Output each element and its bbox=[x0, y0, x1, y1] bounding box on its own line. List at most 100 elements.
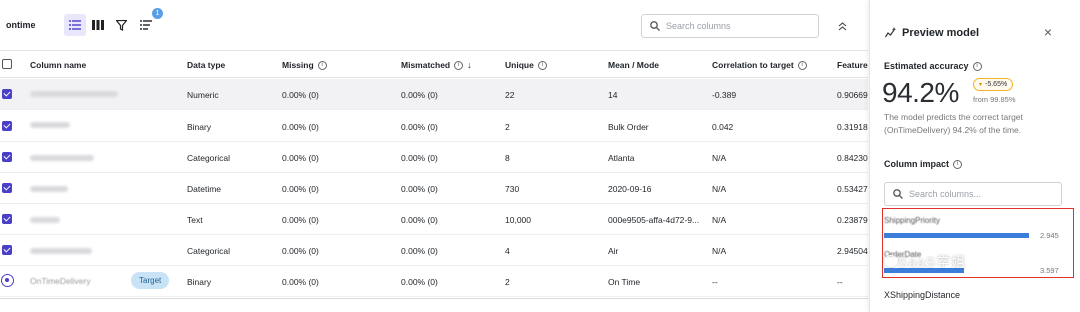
mean-mode-cell: 14 bbox=[608, 90, 618, 100]
sort-down-arrow-icon[interactable]: ↓ bbox=[467, 60, 472, 70]
missing-cell: 0.00% (0) bbox=[282, 277, 319, 287]
target-column-name: OnTimeDelivery bbox=[30, 276, 91, 286]
header-feature[interactable]: Feature bbox=[837, 60, 868, 70]
impact-item-name: XShippingDistance bbox=[884, 290, 961, 300]
annotation-highlight-box bbox=[882, 208, 1074, 278]
double-chevron-up-icon bbox=[838, 21, 846, 30]
row-checkbox[interactable] bbox=[2, 245, 12, 255]
header-data-type[interactable]: Data type bbox=[187, 60, 225, 70]
columns-icon bbox=[92, 20, 104, 30]
table-row[interactable]: Numeric 0.00% (0) 0.00% (0) 22 14 -0.389… bbox=[0, 79, 868, 110]
table-row[interactable]: Categorical 0.00% (0) 0.00% (0) 4 Air N/… bbox=[0, 235, 868, 266]
accuracy-description: The model predicts the correct target (O… bbox=[884, 112, 1023, 135]
column-name-redacted bbox=[30, 182, 125, 194]
target-badge: Target bbox=[131, 272, 170, 289]
unique-cell: 22 bbox=[505, 90, 515, 100]
mean-mode-cell: 2020-09-16 bbox=[608, 184, 652, 194]
feature-cell: 2.945043 bbox=[837, 246, 868, 256]
grid-view-button[interactable] bbox=[87, 14, 109, 36]
unique-cell: 8 bbox=[505, 153, 510, 163]
feature-cell: 0.534278 bbox=[837, 184, 868, 194]
select-all-checkbox[interactable] bbox=[2, 59, 12, 69]
correlation-cell: -0.389 bbox=[712, 90, 737, 100]
row-checkbox[interactable] bbox=[2, 121, 12, 131]
unique-cell: 2 bbox=[505, 277, 510, 287]
data-type-cell: Datetime bbox=[187, 184, 222, 194]
filter-button[interactable] bbox=[110, 14, 132, 36]
mismatched-cell: 0.00% (0) bbox=[401, 184, 438, 194]
data-type-cell: Categorical bbox=[187, 246, 230, 256]
feature-cell: 0.319180 bbox=[837, 122, 868, 132]
table-row[interactable]: Datetime 0.00% (0) 0.00% (0) 730 2020-09… bbox=[0, 173, 868, 204]
collapse-button[interactable] bbox=[832, 16, 852, 36]
impact-search-input[interactable] bbox=[909, 189, 1049, 199]
header-correlation[interactable]: Correlation to target i bbox=[712, 60, 807, 70]
column-name-redacted bbox=[30, 120, 125, 132]
data-type-cell: Binary bbox=[187, 122, 212, 132]
missing-cell: 0.00% (0) bbox=[282, 184, 319, 194]
missing-cell: 0.00% (0) bbox=[282, 215, 319, 225]
list-view-icon bbox=[69, 20, 81, 30]
data-type-cell: Numeric bbox=[187, 90, 219, 100]
table-row[interactable]: Categorical 0.00% (0) 0.00% (0) 8 Atlant… bbox=[0, 142, 868, 173]
column-name-redacted bbox=[30, 151, 125, 163]
info-icon[interactable]: i bbox=[537, 60, 547, 70]
table-row[interactable]: Text 0.00% (0) 0.00% (0) 10,000 000e9505… bbox=[0, 204, 868, 235]
correlation-cell: N/A bbox=[712, 246, 727, 256]
target-icon bbox=[1, 274, 14, 287]
sorted-list-icon bbox=[140, 20, 152, 30]
mismatched-cell: 0.00% (0) bbox=[401, 246, 438, 256]
list-view-button[interactable] bbox=[64, 14, 86, 36]
info-icon[interactable]: i bbox=[972, 61, 982, 71]
unique-cell: 4 bbox=[505, 246, 510, 256]
row-checkbox[interactable] bbox=[2, 183, 12, 193]
mismatched-cell: 0.00% (0) bbox=[401, 90, 438, 100]
column-name-redacted bbox=[30, 213, 125, 225]
correlation-cell: N/A bbox=[712, 184, 727, 194]
unique-cell: 730 bbox=[505, 184, 520, 194]
unique-cell: 10,000 bbox=[505, 215, 531, 225]
feature-cell: -- bbox=[837, 277, 843, 287]
target-row[interactable]: OnTimeDelivery Target Binary 0.00% (0) 0… bbox=[0, 266, 868, 297]
row-checkbox[interactable] bbox=[2, 152, 12, 162]
mismatched-cell: 0.00% (0) bbox=[401, 215, 438, 225]
header-mismatched[interactable]: Mismatched i ↓ bbox=[401, 60, 472, 70]
down-arrow-icon: ▾ bbox=[979, 82, 983, 88]
search-input[interactable] bbox=[666, 21, 806, 31]
impact-search[interactable] bbox=[884, 182, 1062, 206]
column-search[interactable] bbox=[641, 14, 819, 38]
table-row[interactable]: Binary 0.00% (0) 0.00% (0) 2 Bulk Order … bbox=[0, 111, 868, 142]
accuracy-value: 94.2% bbox=[882, 77, 959, 108]
dataset-table-area: ontime 1 Search columns Column name Data… bbox=[0, 0, 868, 300]
correlation-cell: 0.042 bbox=[712, 122, 734, 132]
column-name-redacted bbox=[30, 244, 125, 256]
data-type-cell: Text bbox=[187, 215, 203, 225]
missing-cell: 0.00% (0) bbox=[282, 246, 319, 256]
header-mean-mode[interactable]: Mean / Mode bbox=[608, 60, 659, 70]
mismatched-cell: 0.00% (0) bbox=[401, 153, 438, 163]
row-checkbox[interactable] bbox=[2, 214, 12, 224]
search-icon bbox=[650, 21, 660, 31]
info-icon[interactable]: i bbox=[953, 159, 963, 169]
mean-mode-cell: Air bbox=[608, 246, 619, 256]
feature-cell: 0.238790 bbox=[837, 215, 868, 225]
header-unique[interactable]: Unique i bbox=[505, 60, 547, 70]
close-icon[interactable]: × bbox=[1041, 25, 1055, 39]
unique-cell: 2 bbox=[505, 122, 510, 132]
table-header: Column name Data type Missing i Mismatche… bbox=[0, 50, 868, 78]
accuracy-label: Estimated accuracy i bbox=[884, 61, 982, 71]
header-missing[interactable]: Missing i bbox=[282, 60, 327, 70]
info-icon[interactable]: i bbox=[454, 60, 464, 70]
missing-cell: 0.00% (0) bbox=[282, 122, 319, 132]
toolbar: ontime 1 bbox=[0, 0, 868, 50]
accuracy-baseline: from 99.85% bbox=[973, 95, 1016, 104]
row-checkbox[interactable] bbox=[2, 89, 12, 99]
missing-cell: 0.00% (0) bbox=[282, 153, 319, 163]
missing-cell: 0.00% (0) bbox=[282, 90, 319, 100]
mean-mode-cell: Atlanta bbox=[608, 153, 635, 163]
info-icon[interactable]: i bbox=[317, 60, 327, 70]
header-column-name[interactable]: Column name bbox=[30, 60, 86, 70]
feature-cell: 0.842307 bbox=[837, 153, 868, 163]
data-type-cell: Binary bbox=[187, 277, 212, 287]
info-icon[interactable]: i bbox=[797, 60, 807, 70]
